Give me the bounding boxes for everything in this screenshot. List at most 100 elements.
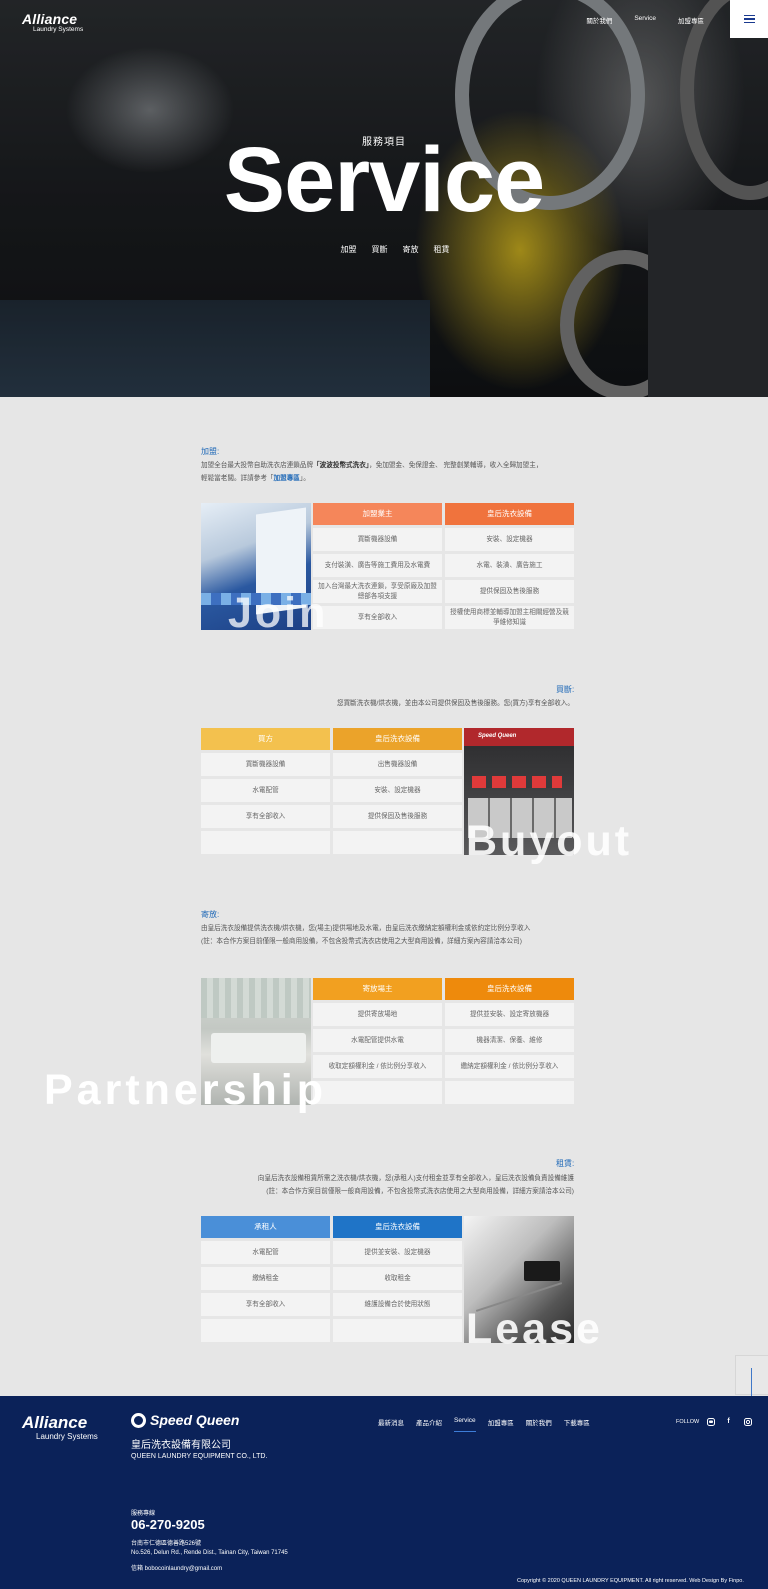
franchise-title: 加盟:	[201, 447, 220, 456]
table-cell: 提供保固及售後服務	[445, 580, 574, 603]
address-en: No.526, Delun Rd., Rende Dist., Tainan C…	[131, 1550, 288, 1556]
speed-queen-sign: Speed Queen	[464, 728, 574, 746]
lease-description-2: (註：本合作方案目前僅限一般商用設備，不包含投幣式洗衣店使用之大型商用設備，詳細…	[266, 1188, 574, 1195]
buyout-ghost-text: Buyout	[466, 817, 633, 865]
table-cell: 加入台灣最大洗衣連鎖，享受原廠及加盟總部各項支援	[313, 580, 442, 603]
footer-nav-about[interactable]: 關於我們	[526, 1417, 552, 1427]
anchor-buyout[interactable]: 買斷	[372, 244, 388, 255]
company-name-en: QUEEN LAUNDRY EQUIPMENT CO., LTD.	[131, 1453, 268, 1460]
logo-main: Alliance	[22, 11, 78, 27]
footer-nav-news[interactable]: 最新消息	[378, 1417, 404, 1427]
speed-queen-logo-text: Speed Queen	[150, 1412, 240, 1428]
table-cell	[201, 1319, 330, 1342]
partnership-description-1: 由皇后洗衣設備提供洗衣機/烘衣機，您(場主)提供場地及水電，由皇后洗衣繳納定額權…	[201, 925, 531, 932]
hero-title: Service	[223, 129, 545, 231]
table-header: 寄放場主	[313, 978, 442, 1000]
line-icon[interactable]	[706, 1417, 715, 1426]
table-cell: 提供寄放場地	[313, 1003, 442, 1026]
hero-banner: Alliance Laundry Systems 關於我們 Service 加盟…	[0, 0, 768, 397]
lease-title: 租賃:	[556, 1159, 575, 1168]
table-header: 承租人	[201, 1216, 330, 1238]
anchor-franchise[interactable]: 加盟	[341, 244, 357, 255]
franchise-table: 加盟業主 皇后洗衣設備 買斷機器設備 安裝、設定機器 支付裝潢、廣告等施工費用及…	[313, 503, 574, 629]
table-cell	[445, 1081, 574, 1104]
lease-description-1: 向皇后洗衣設備租賃所需之洗衣機/烘衣機，您(承租人)支付租金並享有全部收入，皇后…	[257, 1175, 574, 1182]
table-cell: 支付裝潢、廣告等施工費用及水電費	[313, 554, 442, 577]
anchor-lease[interactable]: 租賃	[434, 244, 450, 255]
table-cell: 享有全部收入	[201, 1293, 330, 1316]
table-cell	[333, 1319, 462, 1342]
company-name-zh: 皇后洗衣設備有限公司	[131, 1440, 231, 1451]
table-cell: 收取定額權利金 / 依比例分享收入	[313, 1055, 442, 1078]
table-cell: 享有全部收入	[201, 805, 330, 828]
instagram-icon[interactable]	[743, 1417, 752, 1426]
table-cell	[313, 1081, 442, 1104]
lease-ghost-text: Lease	[466, 1305, 603, 1353]
table-cell: 安裝、設定機器	[333, 779, 462, 802]
facebook-icon[interactable]: f	[724, 1417, 733, 1426]
table-cell: 買斷機器設備	[201, 753, 330, 776]
table-cell: 提供並安裝、設定機器	[333, 1241, 462, 1264]
franchise-description: 加盟全台最大投幣自助洗衣店連鎖品牌「波波投幣式洗衣」，免加盟金、免保證金、 完整…	[201, 462, 543, 482]
hotline-label: 服務專線	[131, 1511, 156, 1517]
franchise-link[interactable]: 加盟專區	[274, 475, 300, 482]
table-cell: 繳納定額權利金 / 依比例分享收入	[445, 1055, 574, 1078]
table-header: 皇后洗衣設備	[445, 978, 574, 1000]
table-cell: 提供並安裝、設定寄放機器	[445, 1003, 574, 1026]
nav-about[interactable]: 關於我們	[586, 15, 612, 25]
address-zh: 台南市仁德區德善路526號	[131, 1541, 202, 1547]
table-header: 買方	[201, 728, 330, 750]
alliance-logo[interactable]: Alliance Laundry Systems	[22, 11, 83, 33]
copyright: Copyright © 2020 QUEEN LAUNDRY EQUIPMENT…	[517, 1578, 744, 1584]
partnership-ghost-text: Partnership	[44, 1066, 327, 1114]
buyout-table: 買方 皇后洗衣設備 買斷機器設備 出售機器設備 水電配管 安裝、設定機器 享有全…	[201, 728, 462, 854]
logo-sub: Laundry Systems	[33, 26, 84, 33]
table-cell: 收取租金	[333, 1267, 462, 1290]
hamburger-menu-icon[interactable]	[730, 0, 768, 38]
table-cell: 繳納租金	[201, 1267, 330, 1290]
footer-nav-products[interactable]: 產品介紹	[416, 1417, 442, 1427]
table-cell: 水電配管提供水電	[313, 1029, 442, 1052]
footer-logo-main: Alliance	[22, 1413, 88, 1432]
partnership-table: 寄放場主 皇后洗衣設備 提供寄放場地 提供並安裝、設定寄放機器 水電配管提供水電…	[313, 978, 574, 1104]
buyout-title: 買斷:	[556, 685, 575, 694]
table-header: 皇后洗衣設備	[333, 728, 462, 750]
hotline-number[interactable]: 06-270-9205	[131, 1517, 205, 1532]
table-cell: 買斷機器設備	[313, 528, 442, 551]
hero-anchor-links: 加盟 買斷 寄放 租賃	[0, 244, 768, 255]
franchise-ghost-text: Join	[228, 589, 329, 637]
table-cell: 授權使用商標並輔導加盟主相關經營及競爭維修知識	[445, 606, 574, 629]
table-cell: 安裝、設定機器	[445, 528, 574, 551]
footer-alliance-logo[interactable]: Alliance Laundry Systems	[22, 1413, 98, 1441]
partnership-title: 寄放:	[201, 910, 220, 919]
follow-label: FOLLOW	[676, 1419, 700, 1425]
footer-nav-franchise[interactable]: 加盟專區	[488, 1417, 514, 1427]
nav-service[interactable]: Service	[634, 15, 656, 25]
speed-queen-q-icon	[131, 1412, 146, 1428]
footer-speed-queen-logo[interactable]: Speed Queen	[131, 1412, 239, 1428]
footer-nav-download[interactable]: 下載專區	[564, 1417, 590, 1427]
site-footer: Alliance Laundry Systems Speed Queen 皇后洗…	[0, 1396, 768, 1589]
buyout-description: 您買斷洗衣機/烘衣機，並由本公司提供保固及售後服務。您(買方)享有全部收入。	[336, 700, 574, 707]
table-cell: 水電、裝潢、廣告施工	[445, 554, 574, 577]
anchor-partnership[interactable]: 寄放	[403, 244, 419, 255]
top-nav: 關於我們 Service 加盟專區	[586, 15, 704, 25]
table-header: 皇后洗衣設備	[445, 503, 574, 525]
table-cell	[333, 831, 462, 854]
table-cell: 提供保固及售後服務	[333, 805, 462, 828]
table-cell: 機器清潔、保養、維修	[445, 1029, 574, 1052]
table-cell: 水電配管	[201, 1241, 330, 1264]
table-header: 皇后洗衣設備	[333, 1216, 462, 1238]
email-link[interactable]: 信箱 bobocoinlaundry@gmail.com	[131, 1563, 222, 1572]
table-cell	[201, 831, 330, 854]
table-cell: 出售機器設備	[333, 753, 462, 776]
footer-logo-sub: Laundry Systems	[36, 1432, 98, 1441]
scroll-to-top-button[interactable]	[735, 1355, 768, 1396]
lease-table: 承租人 皇后洗衣設備 水電配管 提供並安裝、設定機器 繳納租金 收取租金 享有全…	[201, 1216, 462, 1342]
table-cell: 維護設備合於使用狀態	[333, 1293, 462, 1316]
nav-franchise[interactable]: 加盟專區	[678, 15, 704, 25]
table-cell: 水電配管	[201, 779, 330, 802]
partnership-description-2: (註：本合作方案目前僅限一般商用設備，不包含投幣式洗衣店使用之大型商用設備，詳細…	[201, 938, 522, 945]
table-header: 加盟業主	[313, 503, 442, 525]
footer-nav-service[interactable]: Service	[454, 1417, 476, 1432]
